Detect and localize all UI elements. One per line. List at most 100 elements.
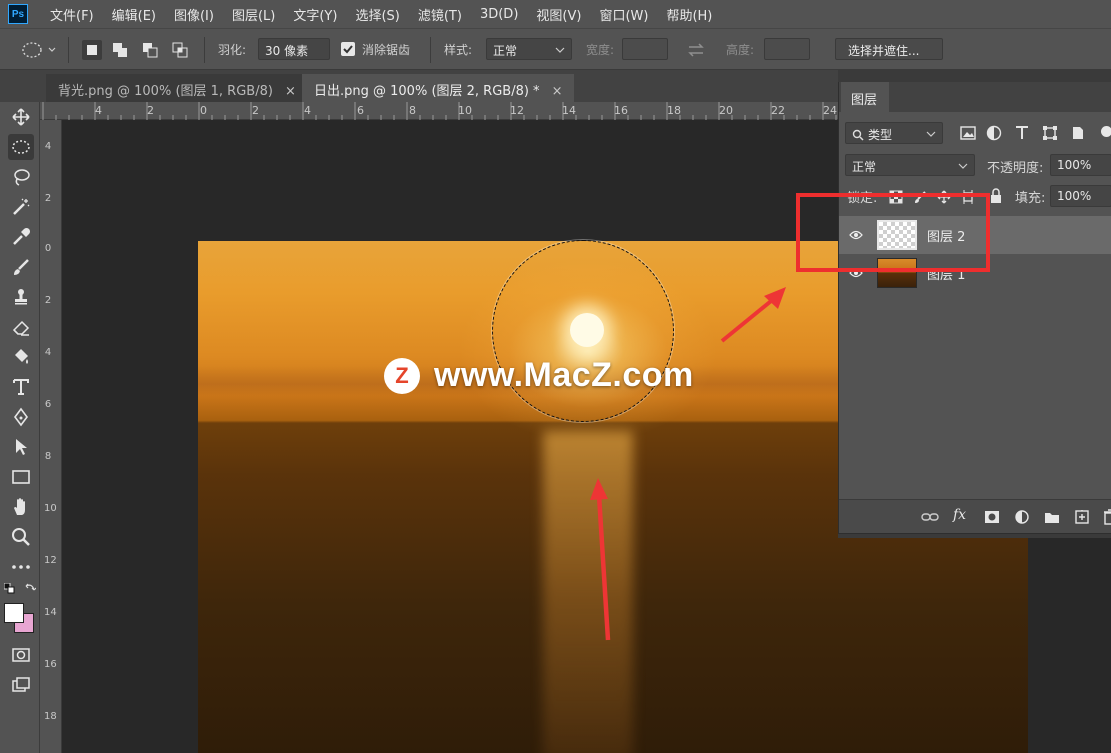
antialias-label: 消除锯齿 xyxy=(362,43,411,57)
quick-mask-button[interactable] xyxy=(8,642,34,668)
menu-3d[interactable]: 3D(D) xyxy=(480,7,518,22)
magic-wand-tool[interactable] xyxy=(8,194,34,220)
menu-view[interactable]: 视图(V) xyxy=(536,5,581,24)
filter-shape-icon[interactable] xyxy=(1041,124,1059,142)
menu-window[interactable]: 窗口(W) xyxy=(599,5,648,24)
style-label: 样式: xyxy=(444,43,473,57)
checkmark-icon xyxy=(343,45,353,54)
tool-preset-picker[interactable] xyxy=(20,40,56,60)
filter-type-icon[interactable] xyxy=(1013,124,1031,142)
subtract-selection-icon xyxy=(143,43,158,58)
menu-layer[interactable]: 图层(L) xyxy=(232,5,275,24)
default-colors-button[interactable] xyxy=(3,582,16,595)
add-selection-button[interactable] xyxy=(110,40,130,60)
panel-resize-edge[interactable] xyxy=(838,534,1111,538)
magic-wand-icon xyxy=(13,198,30,215)
height-input[interactable] xyxy=(764,38,810,60)
swap-colors-icon xyxy=(25,583,37,591)
foreground-color-swatch[interactable] xyxy=(4,603,24,623)
eyedropper-icon xyxy=(13,227,31,245)
hand-tool[interactable] xyxy=(8,494,34,520)
menu-file[interactable]: 文件(F) xyxy=(50,5,94,24)
layer-filter-select[interactable]: 类型 xyxy=(845,122,943,144)
lasso-tool[interactable] xyxy=(8,164,34,190)
elliptical-marquee-tool[interactable] xyxy=(8,134,34,160)
panel-collapse-bar[interactable] xyxy=(838,70,1111,82)
ruler-label: 4 xyxy=(95,104,102,117)
antialias-checkbox[interactable] xyxy=(341,42,355,56)
intersect-selection-button[interactable] xyxy=(170,40,190,60)
swap-colors-button[interactable] xyxy=(24,582,37,594)
adjustment-icon[interactable] xyxy=(1013,508,1031,526)
menu-edit[interactable]: 编辑(E) xyxy=(112,5,156,24)
style-value: 正常 xyxy=(493,44,518,58)
menu-image[interactable]: 图像(I) xyxy=(174,5,214,24)
filter-smart-object-icon[interactable] xyxy=(1069,124,1087,142)
macz-logo-icon: Z xyxy=(384,357,420,394)
ruler-label: 24 xyxy=(823,104,837,117)
ruler-label: 8 xyxy=(44,451,52,462)
folder-icon[interactable] xyxy=(1043,508,1061,526)
ruler-label: 0 xyxy=(200,104,207,117)
add-selection-icon xyxy=(113,43,127,57)
menu-type[interactable]: 文字(Y) xyxy=(293,5,337,24)
brush-tool[interactable] xyxy=(8,254,34,280)
paint-bucket-tool[interactable] xyxy=(8,344,34,370)
ruler-label: 16 xyxy=(44,659,57,670)
new-selection-button[interactable] xyxy=(82,40,102,60)
fill-label: 填充: xyxy=(1015,191,1046,206)
mask-icon[interactable] xyxy=(983,508,1001,526)
swap-dimensions-button[interactable] xyxy=(686,41,706,59)
filter-value: 类型 xyxy=(868,128,893,142)
eraser-tool[interactable] xyxy=(8,314,34,340)
style-select[interactable]: 正常 xyxy=(486,38,572,60)
ruler-label: 4 xyxy=(304,104,311,117)
eyedropper-tool[interactable] xyxy=(8,224,34,250)
filter-pixel-icon[interactable] xyxy=(959,124,977,142)
fill-input[interactable]: 100% xyxy=(1050,185,1111,207)
menu-filter[interactable]: 滤镜(T) xyxy=(418,5,462,24)
fx-icon[interactable]: fx xyxy=(953,507,966,523)
new-layer-icon[interactable] xyxy=(1073,508,1091,526)
tab-sunrise[interactable]: 日出.png @ 100% (图层 2, RGB/8) * × xyxy=(302,74,575,102)
feather-input[interactable]: 30 像素 xyxy=(258,38,330,60)
trash-icon[interactable] xyxy=(1101,508,1111,526)
menu-help[interactable]: 帮助(H) xyxy=(666,5,712,24)
ruler-label: 4 xyxy=(44,141,52,152)
layers-panel-footer: fx xyxy=(839,499,1111,533)
screen-mode-button[interactable] xyxy=(8,672,34,698)
layers-panel: 图层 类型 正常 不透明度: 100% 锁定: 填充: 100% 图层 2 图层… xyxy=(838,82,1111,534)
width-input[interactable] xyxy=(622,38,668,60)
ruler-label: 14 xyxy=(562,104,576,117)
close-icon[interactable]: × xyxy=(285,84,296,99)
ruler-label: 10 xyxy=(44,503,57,514)
move-tool[interactable] xyxy=(8,104,34,130)
tab-layers[interactable]: 图层 xyxy=(841,82,889,112)
pen-tool[interactable] xyxy=(8,404,34,430)
select-and-mask-button[interactable]: 选择并遮住... xyxy=(835,38,943,60)
horizontal-ruler: 4 2 0 2 4 6 8 10 12 14 16 18 20 22 24 xyxy=(40,102,840,120)
chevron-down-icon xyxy=(926,131,936,137)
blend-mode-select[interactable]: 正常 xyxy=(845,154,975,176)
path-selection-tool[interactable] xyxy=(8,434,34,460)
photoshop-logo-icon[interactable]: Ps xyxy=(8,4,28,24)
subtract-selection-button[interactable] xyxy=(140,40,160,60)
tab-backlight[interactable]: 背光.png @ 100% (图层 1, RGB/8) × xyxy=(46,74,308,102)
type-tool[interactable] xyxy=(8,374,34,400)
ruler-label: 0 xyxy=(44,243,52,254)
edit-toolbar-button[interactable] xyxy=(8,554,34,580)
zoom-tool[interactable] xyxy=(8,524,34,550)
filter-adjustment-icon[interactable] xyxy=(985,124,1003,142)
close-icon[interactable]: × xyxy=(552,84,563,99)
width-label: 宽度: xyxy=(586,43,615,57)
filter-toggle[interactable] xyxy=(1101,126,1111,137)
opacity-input[interactable]: 100% xyxy=(1050,154,1111,176)
rectangle-tool[interactable] xyxy=(8,464,34,490)
menu-select[interactable]: 选择(S) xyxy=(355,5,399,24)
watermark-text: www.MacZ.com xyxy=(434,356,694,394)
link-icon[interactable] xyxy=(921,508,939,526)
brush-icon xyxy=(14,259,29,275)
menu-bar: Ps 文件(F) 编辑(E) 图像(I) 图层(L) 文字(Y) 选择(S) 滤… xyxy=(0,0,1111,28)
clone-stamp-tool[interactable] xyxy=(8,284,34,310)
ruler-label: 8 xyxy=(409,104,416,117)
